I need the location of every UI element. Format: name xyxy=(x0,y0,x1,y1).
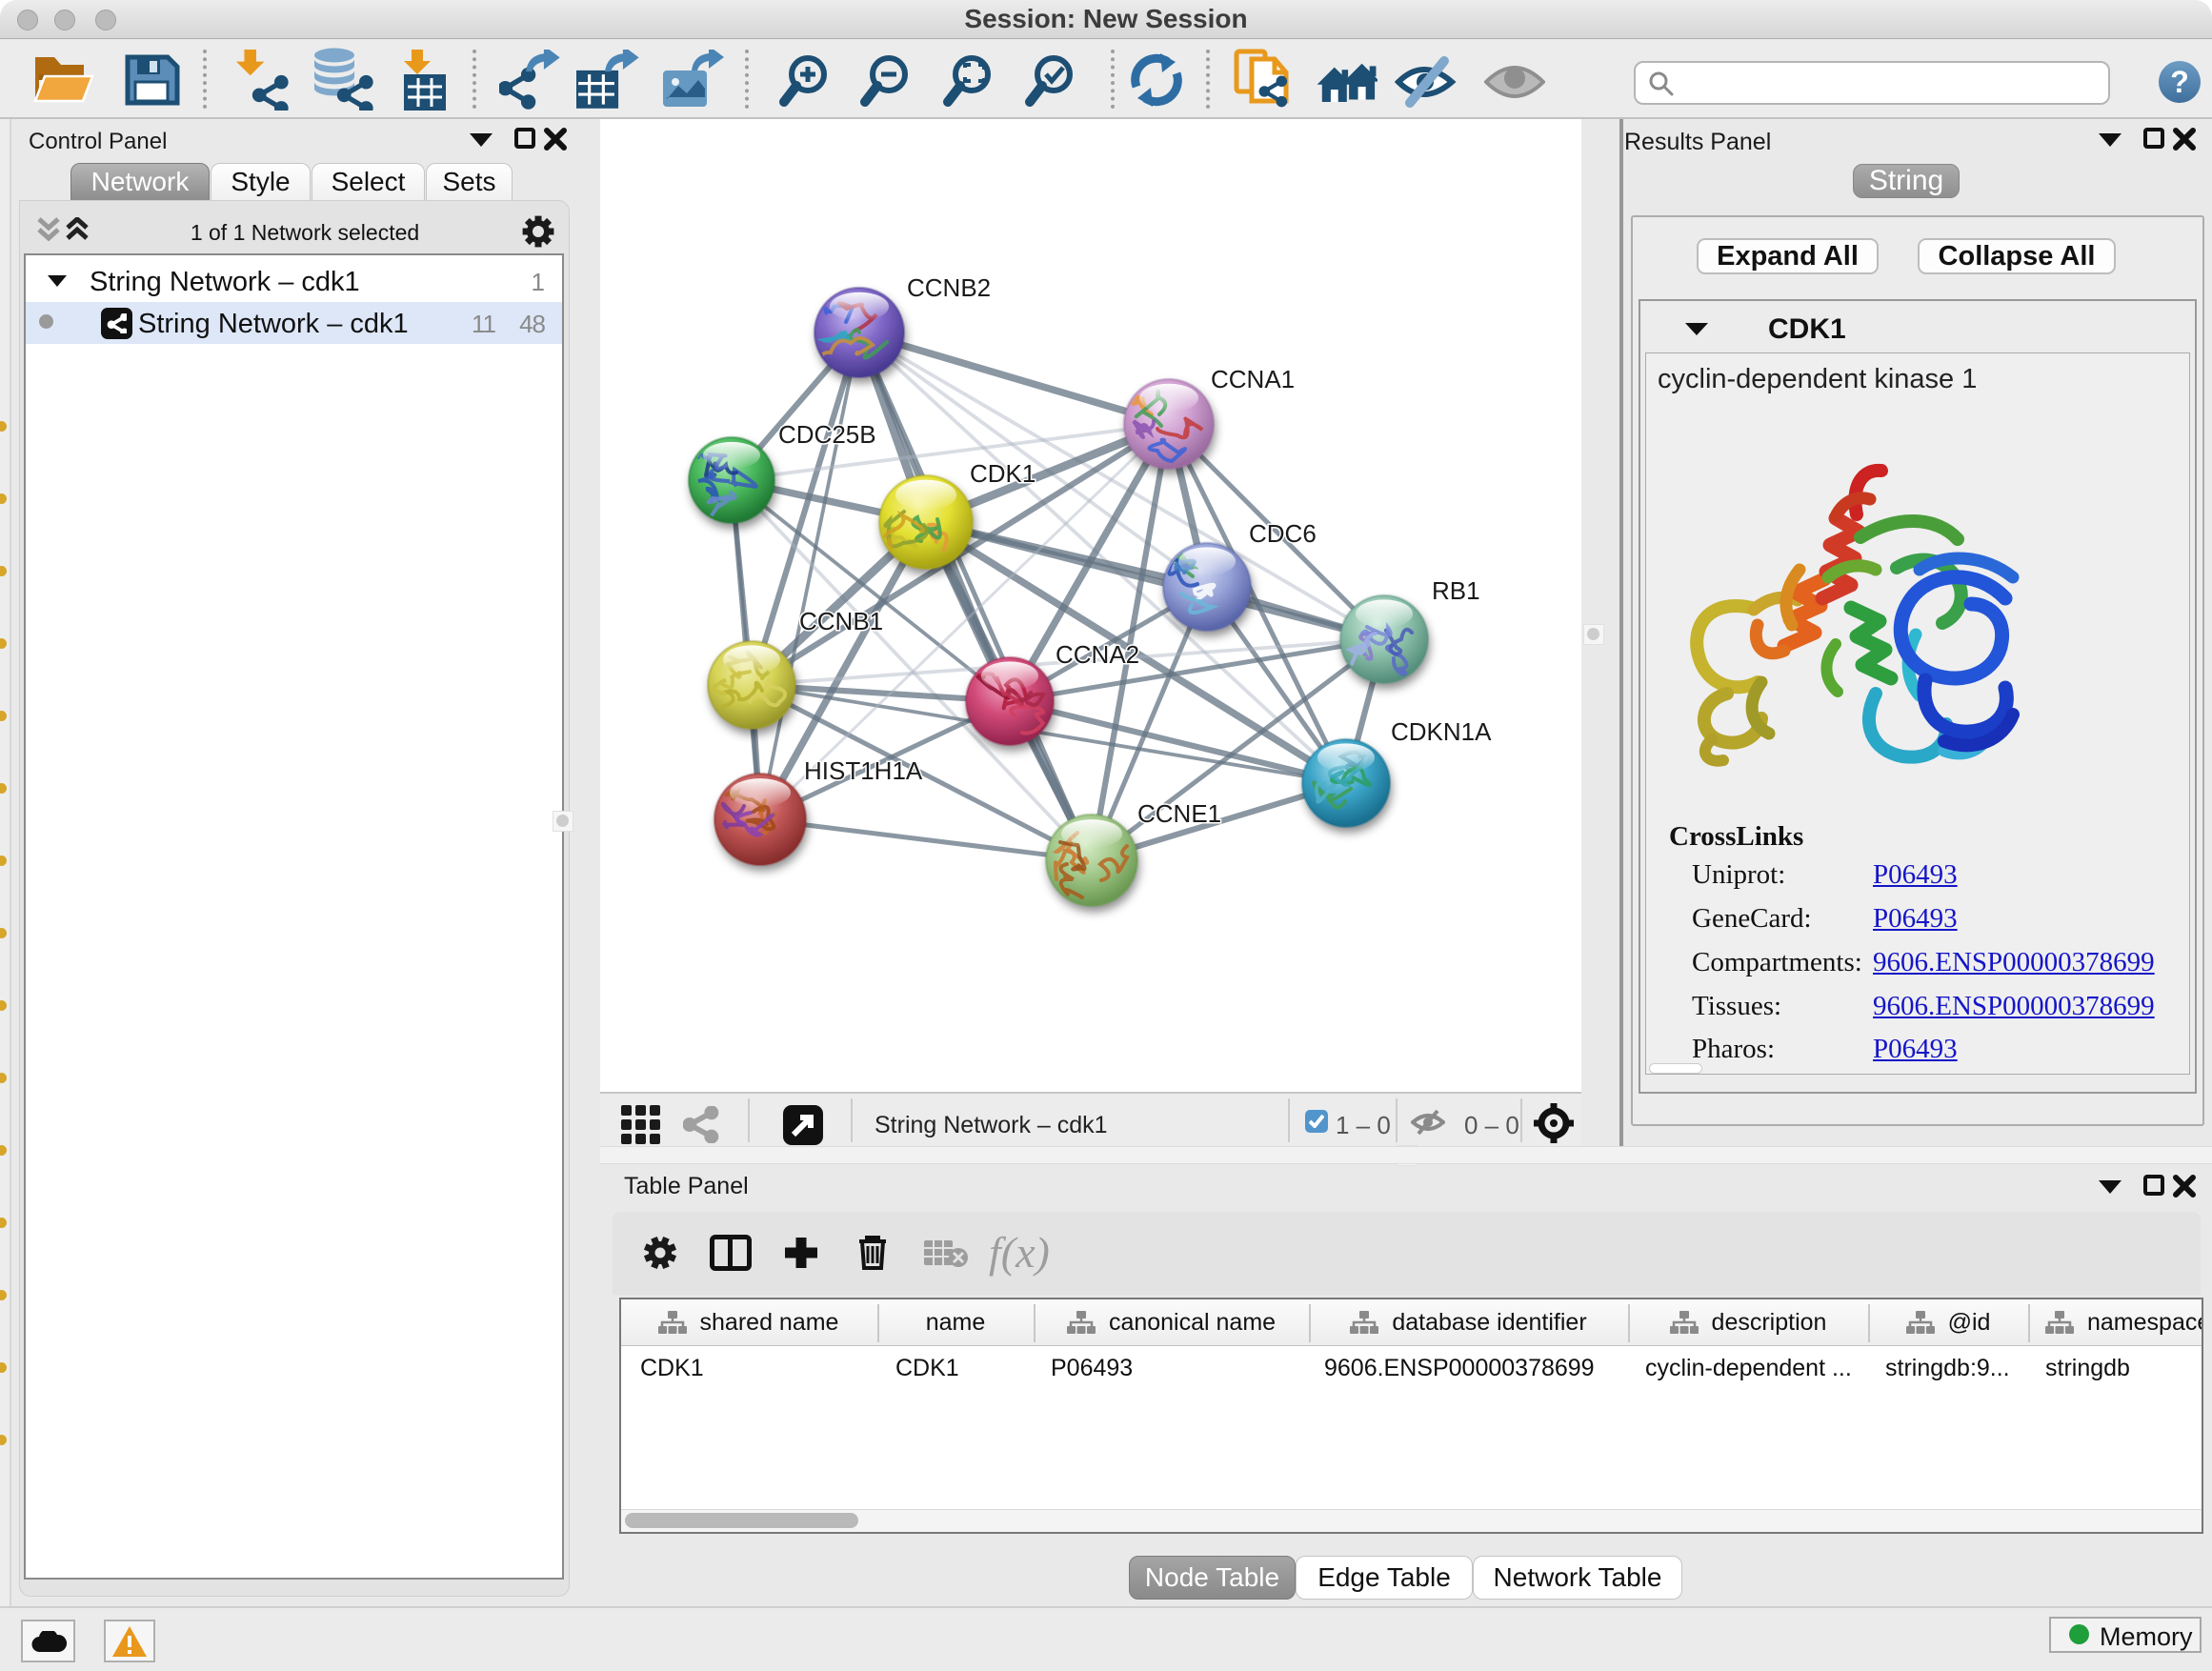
svg-text:CCNA1: CCNA1 xyxy=(1211,365,1295,393)
svg-text:CDKN1A: CDKN1A xyxy=(1391,717,1492,746)
svg-text:RB1: RB1 xyxy=(1432,576,1480,605)
svg-text:CDC6: CDC6 xyxy=(1249,519,1317,548)
svg-text:CDC25B: CDC25B xyxy=(778,420,876,449)
svg-text:CCNB1: CCNB1 xyxy=(799,607,883,635)
svg-text:CDK1: CDK1 xyxy=(970,459,1036,488)
svg-text:CCNA2: CCNA2 xyxy=(1056,640,1139,669)
svg-text:CCNB2: CCNB2 xyxy=(907,273,991,302)
svg-text:HIST1H1A: HIST1H1A xyxy=(804,756,923,785)
svg-text:CCNE1: CCNE1 xyxy=(1137,799,1221,828)
